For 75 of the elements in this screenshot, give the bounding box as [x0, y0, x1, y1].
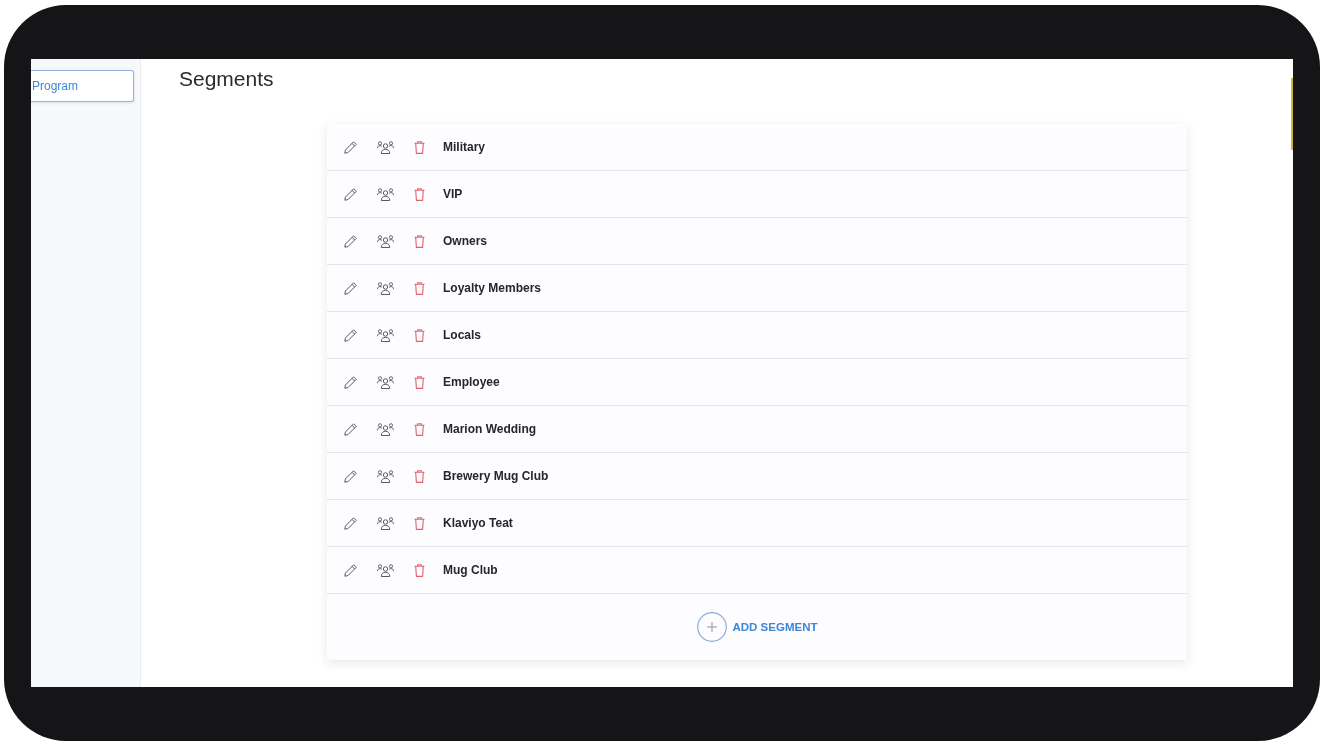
- edit-button[interactable]: [344, 234, 357, 248]
- edit-button[interactable]: [344, 281, 357, 295]
- page-title: Segments: [179, 67, 274, 91]
- pencil-icon: [344, 187, 357, 201]
- pencil-icon: [344, 140, 357, 154]
- segment-name: Employee: [443, 375, 500, 389]
- people-icon: [377, 187, 394, 201]
- edit-button[interactable]: [344, 469, 357, 483]
- segment-name: Marion Wedding: [443, 422, 537, 436]
- people-icon: [377, 375, 394, 389]
- pencil-icon: [344, 469, 357, 483]
- pencil-icon: [344, 234, 357, 248]
- segment-name: VIP: [443, 187, 463, 201]
- add-segment-button[interactable]: ADD SEGMENT: [696, 612, 818, 642]
- delete-button[interactable]: [414, 375, 425, 389]
- delete-button[interactable]: [414, 234, 425, 248]
- accent-strip: [1291, 78, 1293, 150]
- trash-icon: [414, 234, 425, 248]
- people-icon: [377, 563, 394, 577]
- segment-name: Mug Club: [443, 563, 498, 577]
- segment-name: Military: [443, 140, 485, 154]
- people-icon: [377, 328, 394, 342]
- members-button[interactable]: [377, 469, 394, 483]
- members-button[interactable]: [377, 140, 394, 154]
- people-icon: [377, 140, 394, 154]
- edit-button[interactable]: [344, 328, 357, 342]
- segment-name: Loyalty Members: [443, 281, 542, 295]
- trash-icon: [414, 469, 425, 483]
- members-button[interactable]: [377, 516, 394, 530]
- people-icon: [377, 422, 394, 436]
- edit-button[interactable]: [344, 422, 357, 436]
- trash-icon: [414, 375, 425, 389]
- segment-name: Owners: [443, 234, 487, 248]
- delete-button[interactable]: [414, 140, 425, 154]
- trash-icon: [414, 281, 425, 295]
- delete-button[interactable]: [414, 422, 425, 436]
- members-button[interactable]: [377, 328, 394, 342]
- program-button[interactable]: Program: [31, 70, 134, 102]
- segment-name: Brewery Mug Club: [443, 469, 549, 483]
- trash-icon: [414, 563, 425, 577]
- delete-button[interactable]: [414, 281, 425, 295]
- edit-button[interactable]: [344, 563, 357, 577]
- members-button[interactable]: [377, 281, 394, 295]
- people-icon: [377, 234, 394, 248]
- people-icon: [377, 516, 394, 530]
- trash-icon: [414, 187, 425, 201]
- edit-button[interactable]: [344, 375, 357, 389]
- trash-icon: [414, 422, 425, 436]
- pencil-icon: [344, 516, 357, 530]
- pencil-icon: [344, 375, 357, 389]
- edit-button[interactable]: [344, 187, 357, 201]
- pencil-icon: [344, 422, 357, 436]
- segment-name: Klaviyo Teat: [443, 516, 513, 530]
- members-button[interactable]: [377, 375, 394, 389]
- people-icon: [377, 281, 394, 295]
- members-button[interactable]: [377, 563, 394, 577]
- delete-button[interactable]: [414, 563, 425, 577]
- members-button[interactable]: [377, 422, 394, 436]
- edit-button[interactable]: [344, 516, 357, 530]
- pencil-icon: [344, 328, 357, 342]
- trash-icon: [414, 140, 425, 154]
- members-button[interactable]: [377, 234, 394, 248]
- delete-button[interactable]: [414, 516, 425, 530]
- delete-button[interactable]: [414, 469, 425, 483]
- pencil-icon: [344, 563, 357, 577]
- plus-circle-icon: [696, 612, 727, 642]
- pencil-icon: [344, 281, 357, 295]
- segment-name: Locals: [443, 328, 481, 342]
- trash-icon: [414, 516, 425, 530]
- members-button[interactable]: [377, 187, 394, 201]
- people-icon: [377, 469, 394, 483]
- delete-button[interactable]: [414, 187, 425, 201]
- trash-icon: [414, 328, 425, 342]
- delete-button[interactable]: [414, 328, 425, 342]
- edit-button[interactable]: [344, 140, 357, 154]
